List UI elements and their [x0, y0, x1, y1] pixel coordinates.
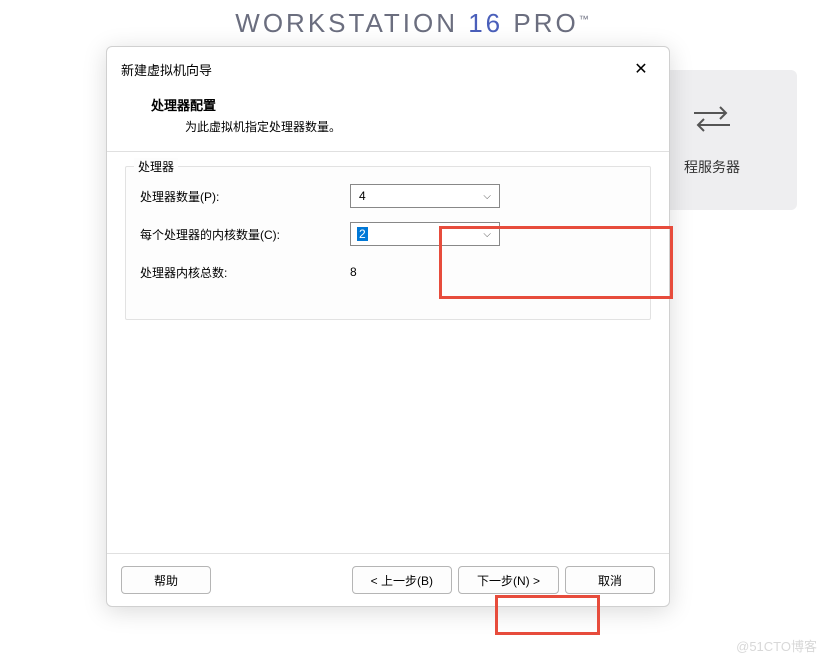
- background-app-title: WORKSTATION 16 PRO™: [0, 8, 827, 39]
- dialog-header: 处理器配置 为此虚拟机指定处理器数量。: [107, 89, 669, 151]
- next-button[interactable]: 下一步(N) >: [458, 566, 559, 594]
- cores-per-processor-label: 每个处理器的内核数量(C):: [140, 226, 350, 243]
- chevron-down-icon: ⌵: [483, 191, 491, 202]
- header-subtitle: 为此虚拟机指定处理器数量。: [185, 118, 645, 135]
- help-button[interactable]: 帮助: [121, 566, 211, 594]
- transfer-icon: [690, 104, 734, 137]
- dialog-button-bar: 帮助 < 上一步(B) 下一步(N) > 取消: [107, 553, 669, 606]
- processor-count-label: 处理器数量(P):: [140, 188, 350, 205]
- content-area: 处理器 处理器数量(P): 4 ⌵ 每个处理器的内核数量(C): 2 ⌵ 处理器…: [107, 152, 669, 553]
- processor-fieldset: 处理器 处理器数量(P): 4 ⌵ 每个处理器的内核数量(C): 2 ⌵ 处理器…: [125, 166, 651, 320]
- dialog-title: 新建虚拟机向导: [121, 60, 212, 79]
- processor-count-combo[interactable]: 4 ⌵: [350, 184, 500, 208]
- back-button[interactable]: < 上一步(B): [352, 566, 452, 594]
- cores-per-processor-value: 2: [357, 227, 368, 241]
- total-cores-value: 8: [350, 265, 357, 279]
- dialog-titlebar: 新建虚拟机向导 ✕: [107, 47, 669, 89]
- processor-count-value: 4: [359, 189, 366, 203]
- header-title: 处理器配置: [151, 95, 645, 114]
- close-icon: ✕: [634, 59, 647, 79]
- background-card-label: 程服务器: [684, 157, 740, 177]
- cores-per-processor-row: 每个处理器的内核数量(C): 2 ⌵: [140, 221, 636, 247]
- processor-count-row: 处理器数量(P): 4 ⌵: [140, 183, 636, 209]
- total-cores-label: 处理器内核总数:: [140, 264, 350, 281]
- new-vm-wizard-dialog: 新建虚拟机向导 ✕ 处理器配置 为此虚拟机指定处理器数量。 处理器 处理器数量(…: [106, 46, 670, 607]
- watermark: @51CTO博客: [736, 636, 817, 655]
- cores-per-processor-combo[interactable]: 2 ⌵: [350, 222, 500, 246]
- total-cores-row: 处理器内核总数: 8: [140, 259, 636, 285]
- fieldset-legend: 处理器: [134, 158, 178, 175]
- chevron-down-icon: ⌵: [483, 229, 491, 240]
- close-button[interactable]: ✕: [627, 57, 655, 81]
- cancel-button[interactable]: 取消: [565, 566, 655, 594]
